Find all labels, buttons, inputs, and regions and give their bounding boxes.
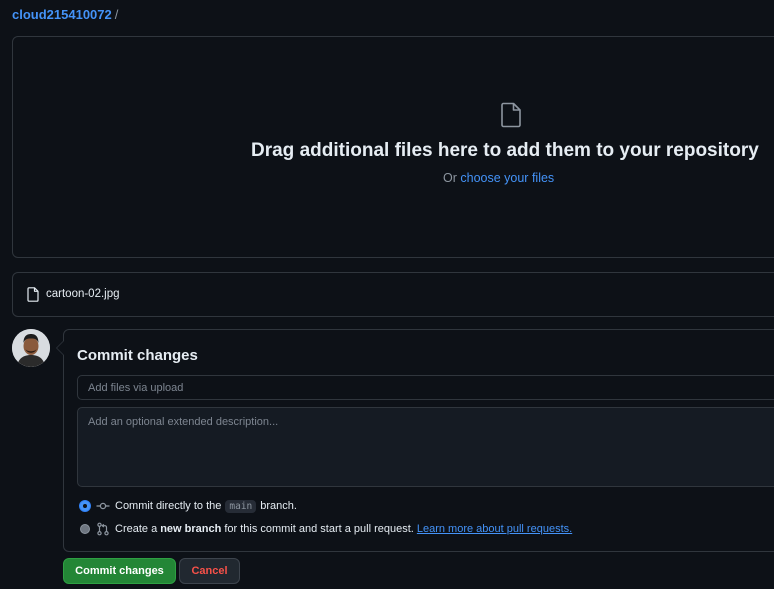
commit-title: Commit changes (77, 347, 198, 364)
new-branch-prefix: Create a (115, 523, 158, 535)
new-branch-suffix: for this commit and start a pull request… (224, 523, 414, 535)
git-commit-icon (96, 502, 110, 510)
cancel-button[interactable]: Cancel (179, 558, 240, 584)
commit-changes-panel: Commit changes Commit directly to the ma… (56, 329, 774, 552)
commit-description-input[interactable] (77, 407, 774, 487)
breadcrumb: cloud215410072/ (12, 7, 118, 22)
new-branch-bold: new branch (160, 523, 222, 535)
new-branch-radio[interactable] (80, 524, 90, 534)
avatar-image (12, 329, 50, 367)
file-icon (27, 287, 39, 302)
new-branch-option[interactable]: Create a new branch for this commit and … (80, 521, 572, 537)
git-pull-request-icon (97, 522, 109, 536)
learn-more-pull-requests-link[interactable]: Learn more about pull requests. (417, 523, 572, 535)
choose-files-link[interactable]: choose your files (460, 171, 554, 185)
commit-direct-option[interactable]: Commit directly to the main branch. (80, 498, 297, 514)
file-dropzone[interactable]: Drag additional files here to add them t… (12, 36, 774, 258)
dropzone-subtext: Or choose your files (443, 171, 554, 185)
commit-summary-input[interactable] (77, 375, 774, 400)
avatar[interactable] (12, 329, 50, 367)
commit-direct-suffix: branch. (260, 500, 297, 512)
commit-direct-prefix: Commit directly to the (115, 500, 222, 512)
commit-direct-radio[interactable] (80, 501, 90, 511)
repo-owner-link[interactable]: cloud215410072 (12, 7, 112, 22)
file-icon (501, 102, 521, 128)
commit-changes-button[interactable]: Commit changes (63, 558, 176, 584)
uploaded-file-list: cartoon-02.jpg (12, 272, 774, 317)
dropzone-or-text: Or (443, 171, 457, 185)
dropzone-headline: Drag additional files here to add them t… (251, 140, 759, 161)
branch-name: main (225, 499, 257, 513)
file-name: cartoon-02.jpg (46, 288, 120, 300)
breadcrumb-separator: / (114, 7, 119, 22)
